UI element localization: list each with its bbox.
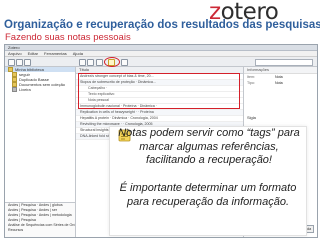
info-row: Tipo: Nota: [244, 80, 317, 86]
callout-text-format: É importante determinar um formato para …: [119, 182, 297, 208]
tag-item[interactable]: Recursos: [5, 228, 75, 233]
new-collection-button[interactable]: [8, 59, 15, 66]
new-group-button[interactable]: [16, 59, 23, 66]
search-input[interactable]: [255, 59, 313, 66]
menu-item-ferramentas[interactable]: Ferramentas: [44, 51, 67, 56]
add-by-identifier-button[interactable]: [87, 59, 94, 66]
tree-item-trash[interactable]: Lixeira: [5, 87, 75, 92]
new-note-highlight: [104, 57, 120, 67]
collections-pane: Minha biblioteca seguir Duplicado Basse …: [5, 67, 76, 237]
slide-title: Organização e recuperação dos resultados…: [4, 19, 320, 31]
info-key: Tipo:: [247, 81, 255, 85]
trash-icon: [12, 87, 17, 92]
toolbar: [5, 57, 317, 67]
attach-button[interactable]: [96, 59, 103, 66]
info-header: Informações: [244, 67, 317, 74]
slide-subtitle: Fazendo suas notas pessoais: [5, 32, 131, 43]
info-value: Nota: [275, 81, 283, 85]
actions-button[interactable]: [24, 59, 31, 66]
menu-item-editar[interactable]: Editar: [28, 51, 38, 56]
menu-item-ajuda[interactable]: Ajuda: [73, 51, 83, 56]
notes-highlight-box: [78, 73, 240, 109]
locate-button[interactable]: [121, 59, 128, 66]
tag-label: Sigla: [247, 115, 256, 120]
tag-selector: Andes | Pesquisa · Andes | globus Andes …: [5, 202, 75, 237]
tree-item-label: Lixeira: [19, 87, 31, 92]
new-item-button[interactable]: [79, 59, 86, 66]
callout-text-tags: Notas podem servir como “tags” para marc…: [118, 127, 300, 166]
menu-item-arquivo[interactable]: Arquivo: [8, 51, 22, 56]
